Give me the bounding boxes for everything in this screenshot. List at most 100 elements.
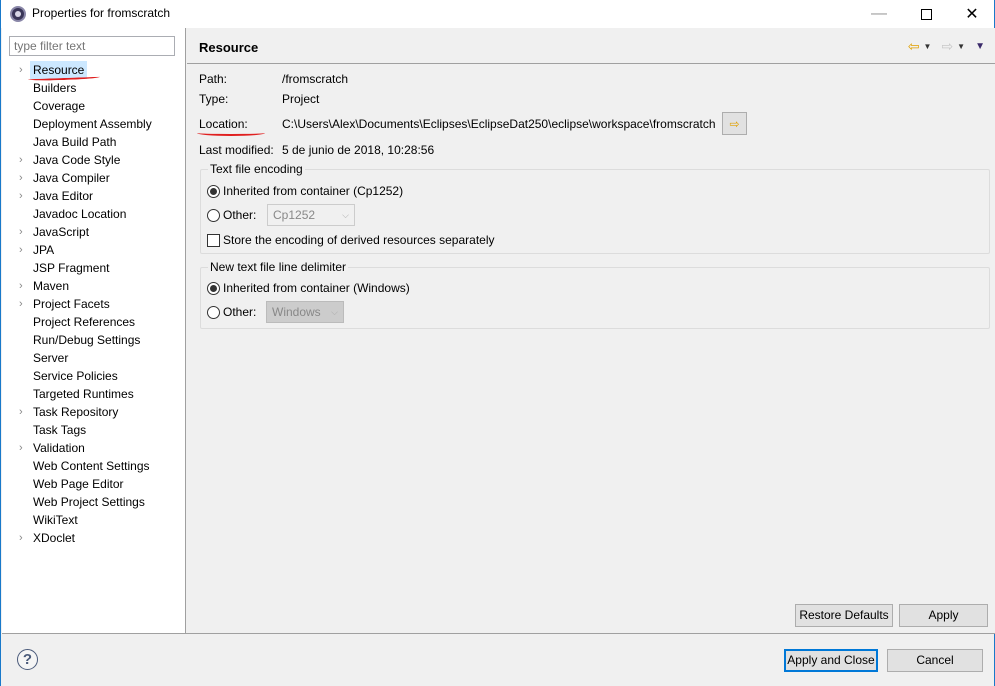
delimiter-inherited-radio[interactable] — [207, 281, 220, 295]
sidebar-item-javadoc-location[interactable]: Javadoc Location — [2, 205, 186, 223]
help-icon[interactable]: ? — [17, 649, 38, 670]
sidebar-item-label: Run/Debug Settings — [33, 333, 141, 347]
sidebar-item-web-page-editor[interactable]: Web Page Editor — [2, 475, 186, 493]
sidebar-item-task-tags[interactable]: Task Tags — [2, 421, 186, 439]
sidebar-item-javascript[interactable]: › JavaScript — [2, 223, 186, 241]
sidebar-item-run-debug-settings[interactable]: Run/Debug Settings — [2, 331, 186, 349]
apply-button[interactable]: Apply — [899, 604, 988, 627]
category-tree: › Resource Builders Coverage Deployment Asse… — [2, 61, 186, 547]
sidebar-item-label: Task Repository — [33, 405, 119, 419]
red-annotation-underline — [197, 130, 265, 136]
title-bar: Properties for fromscratch — ✕ — [1, 0, 994, 28]
back-arrow-icon[interactable]: ⇦ — [908, 39, 920, 53]
sidebar-item-label: Java Editor — [33, 189, 94, 203]
sidebar-item-label: Web Content Settings — [33, 459, 150, 473]
sidebar-item-label: WikiText — [33, 513, 78, 527]
delimiter-combo-value: Windows — [272, 305, 321, 319]
sidebar-item-project-references[interactable]: Project References — [2, 313, 186, 331]
delimiter-other-option[interactable]: Other: — [207, 304, 256, 320]
maximize-icon — [920, 8, 932, 20]
chevron-right-icon[interactable]: › — [19, 529, 23, 547]
close-button[interactable]: ✕ — [949, 0, 995, 28]
page-header: Resource ⇦ ▼ ⇨ ▼ ▼ — [187, 28, 995, 64]
chevron-right-icon[interactable]: › — [19, 151, 23, 169]
chevron-right-icon[interactable]: › — [19, 277, 23, 295]
sidebar-item-jpa[interactable]: › JPA — [2, 241, 186, 259]
chevron-right-icon[interactable]: › — [19, 403, 23, 421]
apply-and-close-button[interactable]: Apply and Close — [784, 649, 878, 672]
sidebar-item-resource[interactable]: › Resource — [2, 61, 186, 82]
sidebar-item-server[interactable]: Server — [2, 349, 186, 367]
property-page: Resource ⇦ ▼ ⇨ ▼ ▼ Path: /fromscratch Ty… — [187, 28, 995, 633]
back-dropdown-icon[interactable]: ▼ — [924, 42, 932, 51]
show-in-explorer-button[interactable]: ⇨ — [722, 112, 747, 135]
forward-dropdown-icon[interactable]: ▼ — [957, 42, 965, 51]
sidebar-item-java-compiler[interactable]: › Java Compiler — [2, 169, 186, 187]
encoding-combo-value: Cp1252 — [273, 208, 316, 222]
encoding-combo[interactable]: Cp1252 ⌵ — [267, 204, 355, 226]
encoding-inherited-option[interactable]: Inherited from container (Cp1252) — [207, 183, 403, 199]
chevron-right-icon[interactable]: › — [19, 295, 23, 313]
maximize-button[interactable] — [903, 0, 949, 28]
chevron-right-icon[interactable]: › — [19, 223, 23, 241]
cancel-button[interactable]: Cancel — [887, 649, 983, 672]
text-encoding-group: Text file encoding Inherited from contai… — [200, 162, 990, 254]
sidebar-item-label: XDoclet — [33, 531, 76, 545]
sidebar-item-jsp-fragment[interactable]: JSP Fragment — [2, 259, 186, 277]
sidebar-item-label: JPA — [33, 243, 55, 257]
sidebar-item-deployment-assembly[interactable]: Deployment Assembly — [2, 115, 186, 133]
sidebar-item-label: Project References — [33, 315, 136, 329]
path-value: /fromscratch — [282, 72, 349, 86]
store-derived-checkbox[interactable] — [207, 233, 220, 247]
sidebar-item-java-build-path[interactable]: Java Build Path — [2, 133, 186, 151]
chevron-right-icon[interactable]: › — [19, 241, 23, 259]
sidebar-item-label: Web Project Settings — [33, 495, 145, 509]
sidebar-item-label: Javadoc Location — [33, 207, 127, 221]
chevron-right-icon[interactable]: › — [19, 187, 23, 205]
sidebar-item-java-code-style[interactable]: › Java Code Style — [2, 151, 186, 169]
sidebar-item-java-editor[interactable]: › Java Editor — [2, 187, 186, 205]
type-label: Type: — [199, 92, 229, 106]
sidebar-item-label: Java Compiler — [33, 171, 110, 185]
sidebar-item-service-policies[interactable]: Service Policies — [2, 367, 186, 385]
location-value: C:\Users\Alex\Documents\Eclipses\Eclipse… — [282, 117, 716, 131]
line-delimiter-title: New text file line delimiter — [208, 260, 349, 274]
chevron-right-icon[interactable]: › — [19, 439, 23, 457]
sidebar-item-project-facets[interactable]: › Project Facets — [2, 295, 186, 313]
sidebar-item-label: Server — [33, 351, 69, 365]
sidebar-item-label: Targeted Runtimes — [33, 387, 134, 401]
sidebar-item-task-repository[interactable]: › Task Repository — [2, 403, 186, 421]
last-modified-value: 5 de junio de 2018, 10:28:56 — [282, 143, 435, 157]
encoding-other-option[interactable]: Other: — [207, 207, 256, 223]
chevron-right-icon[interactable]: › — [19, 169, 23, 187]
delimiter-other-radio[interactable] — [207, 305, 220, 319]
sidebar-item-web-project-settings[interactable]: Web Project Settings — [2, 493, 186, 511]
encoding-other-radio[interactable] — [207, 208, 220, 222]
sidebar-item-validation[interactable]: › Validation — [2, 439, 186, 457]
page-title: Resource — [199, 40, 259, 55]
sidebar-item-label: Validation — [33, 441, 85, 455]
type-value: Project — [282, 92, 320, 106]
delimiter-combo[interactable]: Windows ⌵ — [266, 301, 344, 323]
sidebar-item-targeted-runtimes[interactable]: Targeted Runtimes — [2, 385, 186, 403]
sidebar-item-label: Deployment Assembly — [33, 117, 152, 131]
view-menu-icon[interactable]: ▼ — [975, 41, 985, 52]
encoding-inherited-radio[interactable] — [207, 184, 220, 198]
chevron-right-icon[interactable]: › — [19, 61, 23, 79]
sidebar-item-label: Maven — [33, 279, 70, 293]
sidebar-item-web-content-settings[interactable]: Web Content Settings — [2, 457, 186, 475]
sidebar-item-builders[interactable]: Builders — [2, 79, 186, 97]
sidebar-item-wikitext[interactable]: WikiText — [2, 511, 186, 529]
restore-defaults-button[interactable]: Restore Defaults — [795, 604, 893, 627]
store-derived-label: Store the encoding of derived resources … — [223, 233, 495, 247]
chevron-down-icon: ⌵ — [342, 209, 349, 220]
sidebar-item-coverage[interactable]: Coverage — [2, 97, 186, 115]
minimize-button[interactable]: — — [856, 0, 902, 28]
filter-input[interactable] — [9, 36, 175, 56]
forward-arrow-icon[interactable]: ⇨ — [941, 39, 953, 53]
sidebar-item-maven[interactable]: › Maven — [2, 277, 186, 295]
sidebar-item-xdoclet[interactable]: › XDoclet — [2, 529, 186, 547]
store-derived-option[interactable]: Store the encoding of derived resources … — [207, 232, 495, 248]
sidebar-item-label: Web Page Editor — [33, 477, 124, 491]
delimiter-inherited-option[interactable]: Inherited from container (Windows) — [207, 280, 410, 296]
